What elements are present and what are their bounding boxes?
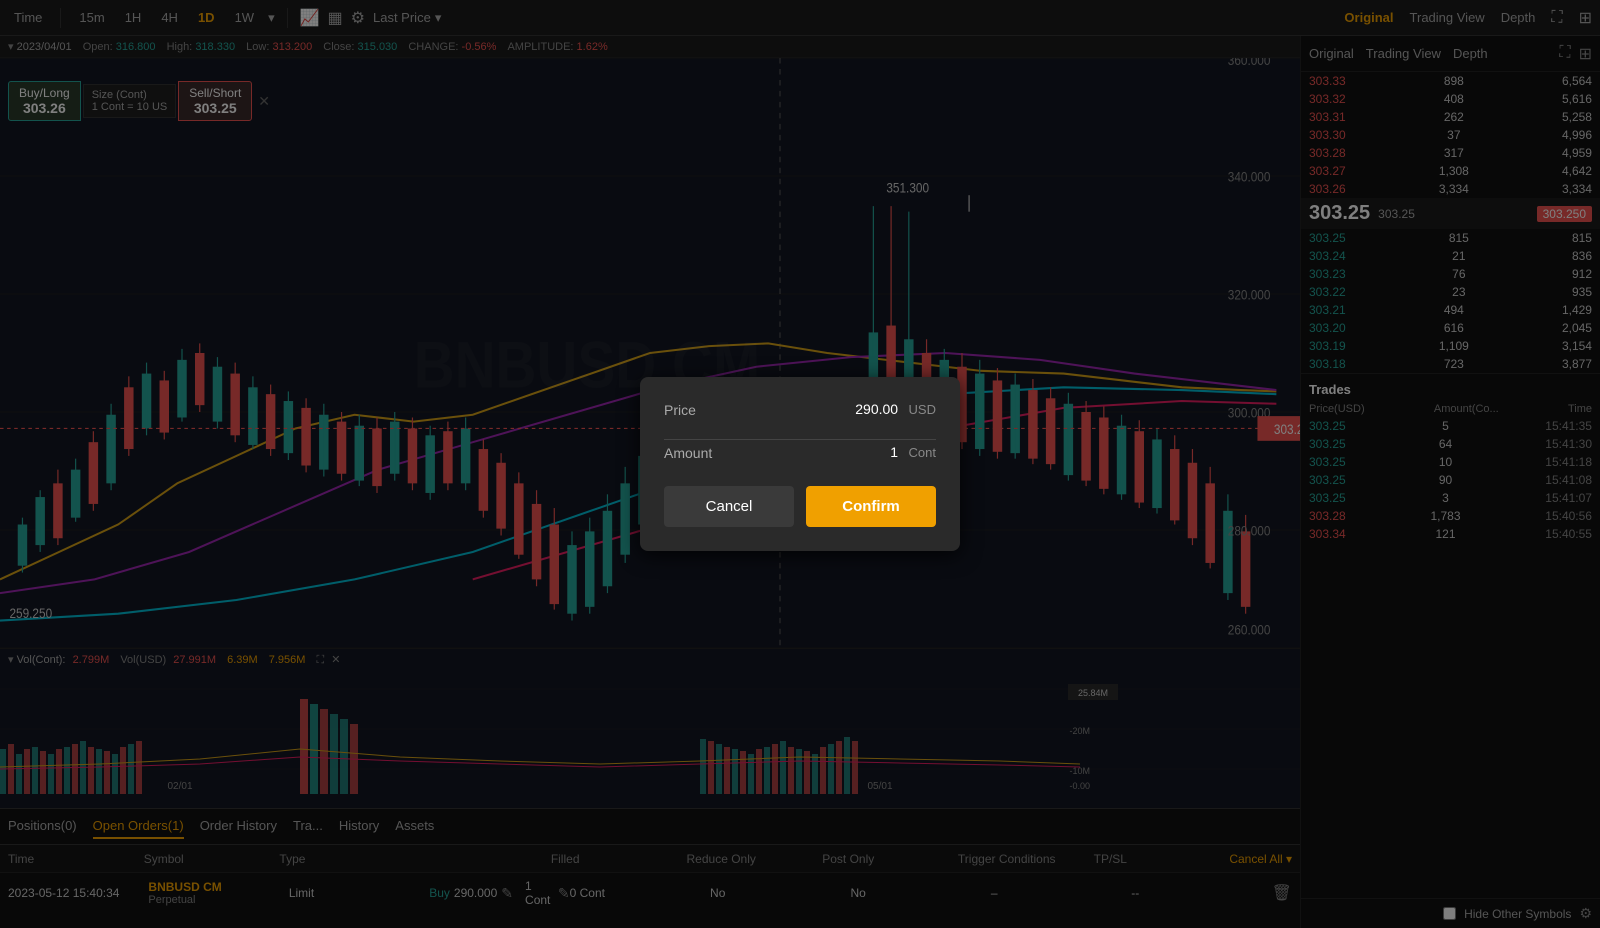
modal-price-unit: USD — [909, 402, 936, 417]
modal-price-label: Price — [664, 402, 696, 418]
modal-amount-unit: Cont — [909, 445, 936, 460]
modal-amount-row: Amount 1 Cont — [664, 444, 936, 462]
modal-price-row: Price 290.00 USD — [664, 401, 936, 419]
modal-price-value-group: 290.00 USD — [855, 401, 936, 419]
modal-amount-value-group: 1 Cont — [890, 444, 936, 462]
modal-amount-value: 1 — [890, 444, 898, 460]
modal-divider — [664, 439, 936, 440]
modal-amount-label: Amount — [664, 445, 712, 461]
modal-buttons: Cancel Confirm — [664, 486, 936, 527]
confirm-button[interactable]: Confirm — [806, 486, 936, 527]
cancel-button[interactable]: Cancel — [664, 486, 794, 527]
modal-price-value: 290.00 — [855, 401, 898, 417]
order-confirm-modal: Price 290.00 USD Amount 1 Cont Cancel Co… — [640, 377, 960, 551]
modal-overlay[interactable]: Price 290.00 USD Amount 1 Cont Cancel Co… — [0, 0, 1600, 928]
